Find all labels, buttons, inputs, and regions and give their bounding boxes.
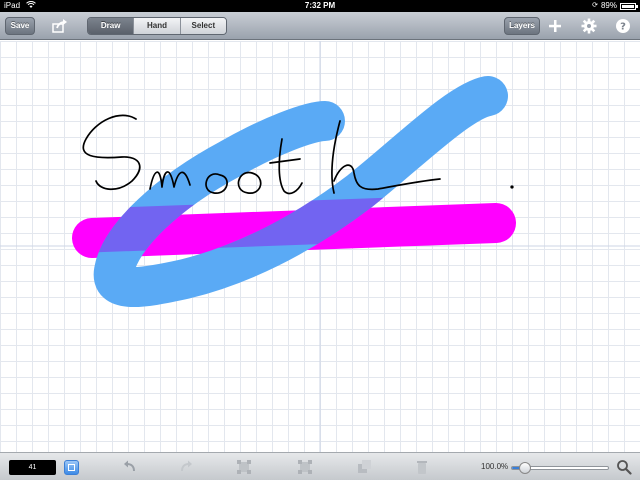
magnifier-icon[interactable] [616,459,632,475]
layers-button[interactable]: Layers [504,17,540,35]
mode-draw-button[interactable]: Draw [88,18,134,34]
transform-icon[interactable] [236,459,252,475]
top-toolbar: Save Draw Hand Select Layers ? [0,12,640,40]
status-time: 7:32 PM [304,1,336,10]
square-icon [68,464,75,471]
gear-icon[interactable] [580,18,598,34]
blue-brush-stroke[interactable] [93,76,508,307]
zoom-slider[interactable] [511,462,609,474]
brush-mode-button[interactable] [64,460,79,475]
lock-rotation-icon: ⟳ [592,2,598,9]
battery-icon [620,2,638,10]
status-bar: iPad 7:32 PM ⟳ 89% [0,0,640,12]
battery-percent: 89% [600,1,617,10]
save-button[interactable]: Save [5,17,35,35]
mode-select-button[interactable]: Select [179,18,226,34]
bottom-toolbar: 41 100.0% [0,452,640,480]
share-icon[interactable] [51,18,69,34]
layer-copy-icon[interactable] [357,459,373,475]
artwork-layer [0,41,640,452]
svg-text:?: ? [620,22,626,33]
brush-size-box[interactable]: 41 [9,460,56,475]
zoom-slider-knob[interactable] [519,462,532,474]
help-icon[interactable]: ? [614,18,632,34]
mode-hand-button[interactable]: Hand [133,18,180,34]
undo-icon[interactable] [122,459,138,475]
trash-icon[interactable] [414,459,430,475]
add-icon[interactable] [546,18,564,34]
transform-disabled-icon[interactable] [297,459,313,475]
zoom-level-label: 100.0% [481,462,509,471]
status-right: ⟳ 89% [592,0,638,12]
redo-icon[interactable] [178,459,194,475]
drawing-canvas[interactable] [0,41,640,452]
mode-segmented-control: Draw Hand Select [87,17,227,35]
